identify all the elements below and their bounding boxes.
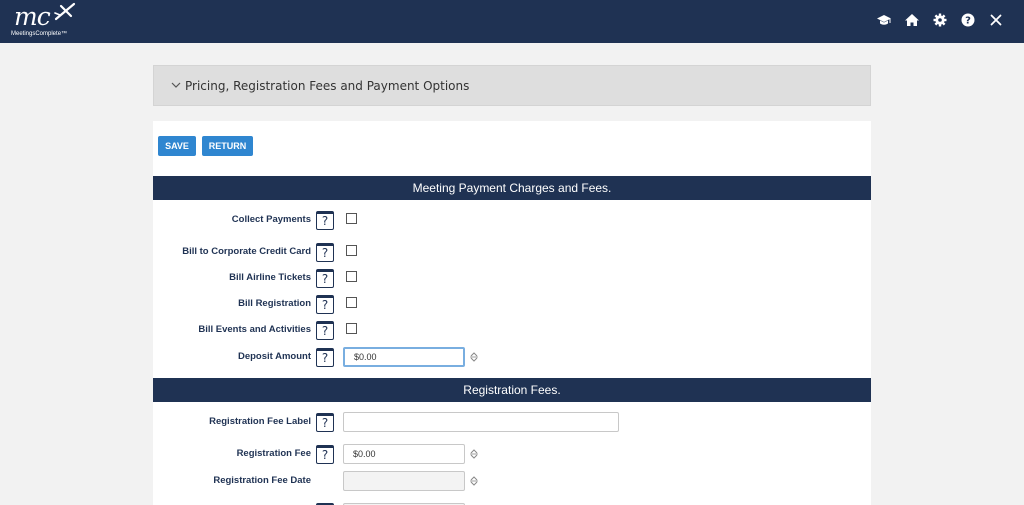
spinner-arrows-icon[interactable] (469, 475, 479, 487)
logo-mark: mc (14, 2, 51, 31)
spinner-arrows-icon[interactable] (469, 448, 479, 460)
return-button[interactable]: RETURN (202, 136, 253, 156)
graduation-cap-icon[interactable] (876, 12, 892, 28)
top-navbar: mc MeetingsComplete™ ? (0, 0, 1024, 43)
bill-corporate-label: Bill to Corporate Credit Card (182, 246, 311, 257)
bill-registration-row: Bill Registration ? (153, 294, 871, 316)
form-panel: SAVE RETURN Meeting Payment Charges and … (153, 121, 871, 505)
registration-fee-label-label: Registration Fee Label (209, 416, 311, 427)
collect-payments-label: Collect Payments (231, 214, 311, 225)
help-icon[interactable]: ? (316, 243, 334, 262)
collect-payments-row: Collect Payments ? (153, 210, 871, 232)
bill-corporate-row: Bill to Corporate Credit Card ? (153, 242, 871, 264)
collect-payments-checkbox[interactable] (346, 213, 357, 224)
bill-registration-checkbox[interactable] (346, 297, 357, 308)
deposit-amount-label: Deposit Amount (237, 351, 311, 362)
bill-airline-checkbox[interactable] (346, 271, 357, 282)
save-button[interactable]: SAVE (158, 136, 196, 156)
bill-events-checkbox[interactable] (346, 323, 357, 334)
chevron-down-icon (171, 82, 181, 88)
gear-icon[interactable] (932, 12, 948, 28)
registration-fee-row: Registration Fee ? (153, 444, 871, 466)
deposit-amount-input[interactable] (343, 347, 465, 367)
pricing-accordion-header[interactable]: Pricing, Registration Fees and Payment O… (153, 65, 871, 106)
brand-logo[interactable]: mc MeetingsComplete™ (10, 2, 90, 40)
bill-airline-label: Bill Airline Tickets (229, 272, 311, 283)
bill-airline-row: Bill Airline Tickets ? (153, 268, 871, 290)
bill-events-label: Bill Events and Activities (198, 324, 311, 335)
svg-text:?: ? (965, 16, 971, 27)
spinner-arrows-icon[interactable] (469, 351, 479, 363)
help-icon[interactable]: ? (316, 321, 334, 340)
help-icon[interactable]: ? (316, 295, 334, 314)
home-icon[interactable] (904, 12, 920, 28)
registration-fee-label: Registration Fee (236, 448, 311, 459)
accordion-title: Pricing, Registration Fees and Payment O… (185, 79, 470, 93)
payment-section-header: Meeting Payment Charges and Fees. (153, 176, 871, 200)
help-icon[interactable]: ? (316, 269, 334, 288)
registration-section-header: Registration Fees. (153, 378, 871, 402)
bill-registration-label: Bill Registration (238, 298, 311, 309)
close-icon[interactable] (988, 12, 1004, 28)
help-icon[interactable]: ? (316, 348, 334, 367)
help-icon[interactable]: ? (960, 12, 976, 28)
logo-subtitle: MeetingsComplete™ (11, 31, 68, 37)
bill-corporate-checkbox[interactable] (346, 245, 357, 256)
registration-fee-date-row: Registration Fee Date (153, 471, 871, 493)
registration-fee-date-input[interactable] (343, 471, 465, 491)
topbar-actions: ? (876, 12, 1004, 28)
help-icon[interactable]: ? (316, 445, 334, 464)
registration-fee-label-row: Registration Fee Label ? (153, 412, 871, 434)
registration-fee-date-label: Registration Fee Date (213, 475, 311, 486)
registration-fee-input[interactable] (343, 444, 465, 464)
help-icon[interactable]: ? (316, 413, 334, 432)
airplane-icon (54, 2, 76, 21)
bill-events-row: Bill Events and Activities ? (153, 320, 871, 342)
help-icon[interactable]: ? (316, 211, 334, 230)
deposit-amount-row: Deposit Amount ? (153, 347, 871, 369)
registration-fee-label-input[interactable] (343, 412, 619, 432)
